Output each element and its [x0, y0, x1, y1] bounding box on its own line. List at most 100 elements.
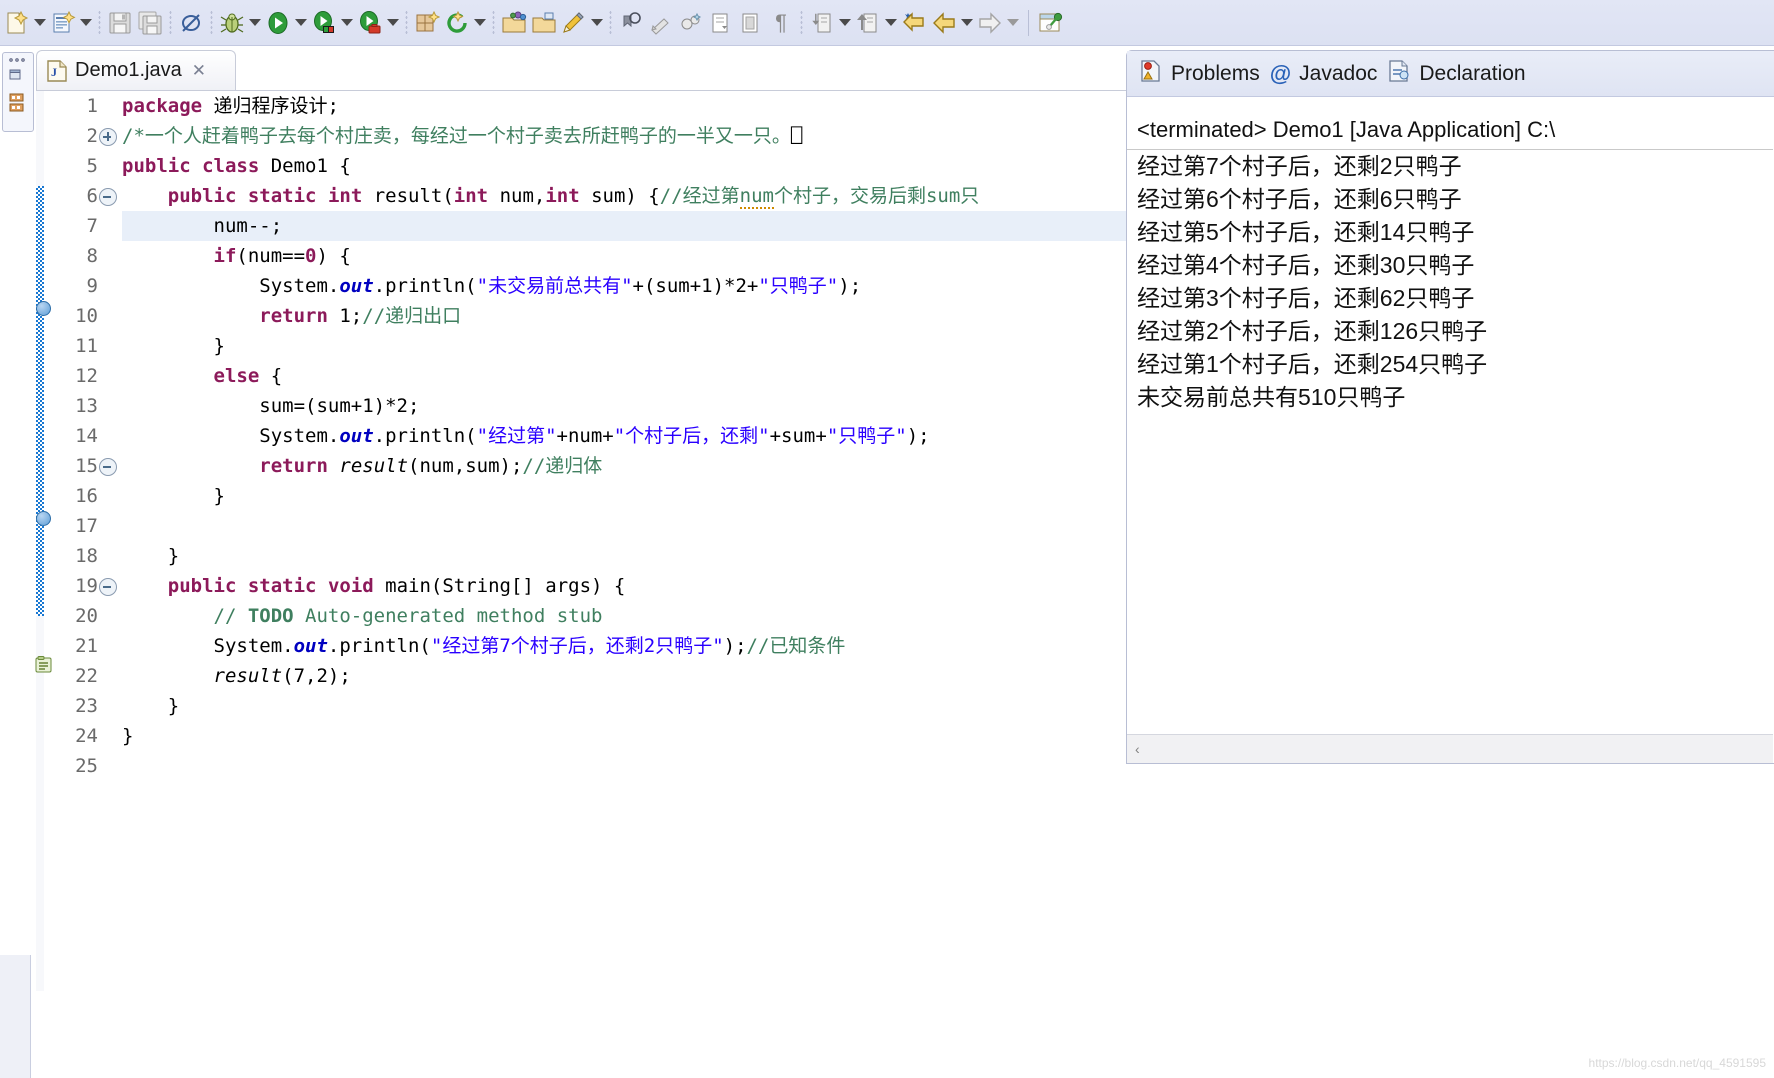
run-dropdown-arrow[interactable] — [293, 8, 309, 38]
save-all-icon[interactable] — [135, 8, 165, 38]
fold-collapse-icon[interactable] — [99, 188, 117, 206]
block-selection-icon[interactable] — [706, 8, 736, 38]
bookmark-icon[interactable] — [676, 8, 706, 38]
refresh-icon[interactable] — [442, 8, 472, 38]
toolbar-separator — [210, 9, 213, 36]
tab-javadoc[interactable]: @ Javadoc — [1270, 61, 1378, 87]
toolbar-separator — [492, 9, 495, 36]
line-number-text: 2 — [86, 125, 98, 147]
restore-view-icon[interactable] — [8, 67, 24, 86]
console-line-list: 经过第7个村子后，还剩2只鸭子 经过第6个村子后，还剩6只鸭子 经过第5个村子后，还… — [1127, 150, 1773, 414]
back-arrow-icon[interactable] — [929, 8, 959, 38]
code-line[interactable]: } — [122, 691, 1126, 721]
new-java-class-icon[interactable] — [48, 8, 78, 38]
open-type-icon[interactable] — [499, 8, 529, 38]
code-line[interactable]: public class Demo1 { — [122, 151, 1126, 181]
fold-collapse-icon[interactable] — [99, 458, 117, 476]
show-whitespace-icon[interactable] — [736, 8, 766, 38]
open-task-icon[interactable] — [529, 8, 559, 38]
console-output-line: 经过第4个村子后，还剩30只鸭子 — [1137, 252, 1475, 278]
code-line[interactable]: package 递归程序设计; — [122, 91, 1126, 121]
forward-history-dropdown-arrow[interactable] — [1005, 8, 1021, 38]
prev-annotation-icon[interactable] — [646, 8, 676, 38]
coverage-dropdown-arrow[interactable] — [339, 8, 355, 38]
line-number-text: 19 — [75, 575, 98, 597]
left-edge-strip — [0, 955, 31, 1078]
search-pencil-icon[interactable] — [559, 8, 589, 38]
view-drag-handle-icon[interactable] — [8, 57, 26, 63]
toolbar-group-external-tools — [355, 3, 401, 43]
line-number: 15 — [44, 451, 117, 481]
fold-expand-icon[interactable] — [99, 128, 117, 146]
code-line[interactable]: public static void main(String[] args) { — [122, 571, 1126, 601]
toolbar-group-open-type — [499, 3, 559, 43]
toolbar-group-back-history — [899, 3, 975, 43]
code-line[interactable] — [122, 511, 1126, 541]
code-line[interactable]: System.out.println("未交易前总共有"+(sum+1)*2+"… — [122, 271, 1126, 301]
editor-text-area[interactable]: 1 2 5 6 7 8 9 10 11 12 13 14 15 16 17 18… — [35, 90, 1126, 991]
debug-dropdown-arrow[interactable] — [247, 8, 263, 38]
code-line[interactable]: System.out.println("经过第"+num+"个村子后，还剩"+s… — [122, 421, 1126, 451]
save-icon[interactable] — [105, 8, 135, 38]
close-icon[interactable]: ✕ — [192, 61, 206, 81]
code-line[interactable]: num--; — [122, 211, 1126, 241]
toolbar-group-forward-history — [975, 3, 1021, 43]
console-horizontal-scrollbar[interactable]: ‹ — [1127, 734, 1773, 763]
pin-editor-icon[interactable] — [1036, 8, 1066, 38]
code-line[interactable]: } — [122, 331, 1126, 361]
editor-source-code[interactable]: package 递归程序设计;/*一个人赶着鸭子去每个村庄卖，每经过一个村子卖去… — [122, 91, 1126, 991]
pilcrow-icon: ¶ — [775, 9, 787, 35]
scroll-left-arrow-icon[interactable]: ‹ — [1127, 741, 1148, 757]
problems-icon — [1139, 59, 1163, 89]
back-arrow-yellow-icon[interactable] — [899, 8, 929, 38]
line-number: 13 — [75, 395, 98, 417]
next-annotation-icon[interactable] — [616, 8, 646, 38]
mark-occurrences-icon[interactable] — [176, 8, 206, 38]
code-line[interactable]: public static int result(int num,int sum… — [122, 181, 1126, 211]
search-dropdown-arrow[interactable] — [589, 8, 605, 38]
line-number: 2 — [44, 121, 117, 151]
tab-problems[interactable]: Problems — [1139, 59, 1260, 89]
code-line[interactable]: return result(num,sum);//递归体 — [122, 451, 1126, 481]
toolbar-group-annotation-nav — [616, 3, 706, 43]
minimized-views-bar[interactable] — [2, 52, 34, 132]
step-into-icon[interactable] — [807, 8, 837, 38]
editor-tab-demo1-java[interactable]: J Demo1.java ✕ — [36, 50, 236, 90]
code-line[interactable] — [122, 751, 1126, 781]
code-line[interactable]: if(num==0) { — [122, 241, 1126, 271]
code-line[interactable]: else { — [122, 361, 1126, 391]
code-line[interactable]: result(7,2); — [122, 661, 1126, 691]
step-into-dropdown-arrow[interactable] — [837, 8, 853, 38]
tab-declaration[interactable]: Declaration — [1387, 59, 1526, 89]
fold-collapse-icon[interactable] — [99, 578, 117, 596]
external-tools-icon[interactable] — [355, 8, 385, 38]
console-output[interactable]: <terminated> Demo1 [Java Application] C:… — [1127, 97, 1773, 717]
step-return-icon[interactable] — [853, 8, 883, 38]
code-line[interactable]: /*一个人赶着鸭子去每个村庄卖，每经过一个村子卖去所赶鸭子的一半又一只。⎕ — [122, 121, 1126, 151]
coverage-icon[interactable] — [309, 8, 339, 38]
package-explorer-icon[interactable] — [9, 93, 25, 113]
code-line[interactable]: sum=(sum+1)*2; — [122, 391, 1126, 421]
new-wizard-dropdown-arrow[interactable] — [32, 8, 48, 38]
back-history-dropdown-arrow[interactable] — [959, 8, 975, 38]
external-tools-dropdown-arrow[interactable] — [385, 8, 401, 38]
new-package-icon[interactable] — [412, 8, 442, 38]
step-return-dropdown-arrow[interactable] — [883, 8, 899, 38]
code-line[interactable]: System.out.println("经过第7个村子后，还剩2只鸭子");//… — [122, 631, 1126, 661]
code-line[interactable]: } — [122, 721, 1126, 751]
refresh-dropdown-arrow[interactable] — [472, 8, 488, 38]
code-line[interactable]: } — [122, 481, 1126, 511]
tab-javadoc-label: Javadoc — [1299, 61, 1378, 85]
editor-change-gutter — [35, 91, 52, 991]
line-number: 20 — [75, 605, 98, 627]
code-line[interactable]: // TODO Auto-generated method stub — [122, 601, 1126, 631]
run-play-icon[interactable] — [263, 8, 293, 38]
new-java-class-dropdown-arrow[interactable] — [78, 8, 94, 38]
line-number: 7 — [86, 215, 98, 237]
toolbar-separator — [98, 9, 101, 36]
new-file-icon[interactable] — [2, 8, 32, 38]
debug-bug-icon[interactable] — [217, 8, 247, 38]
forward-arrow-icon[interactable] — [975, 8, 1005, 38]
code-line[interactable]: return 1;//递归出口 — [122, 301, 1126, 331]
code-line[interactable]: } — [122, 541, 1126, 571]
